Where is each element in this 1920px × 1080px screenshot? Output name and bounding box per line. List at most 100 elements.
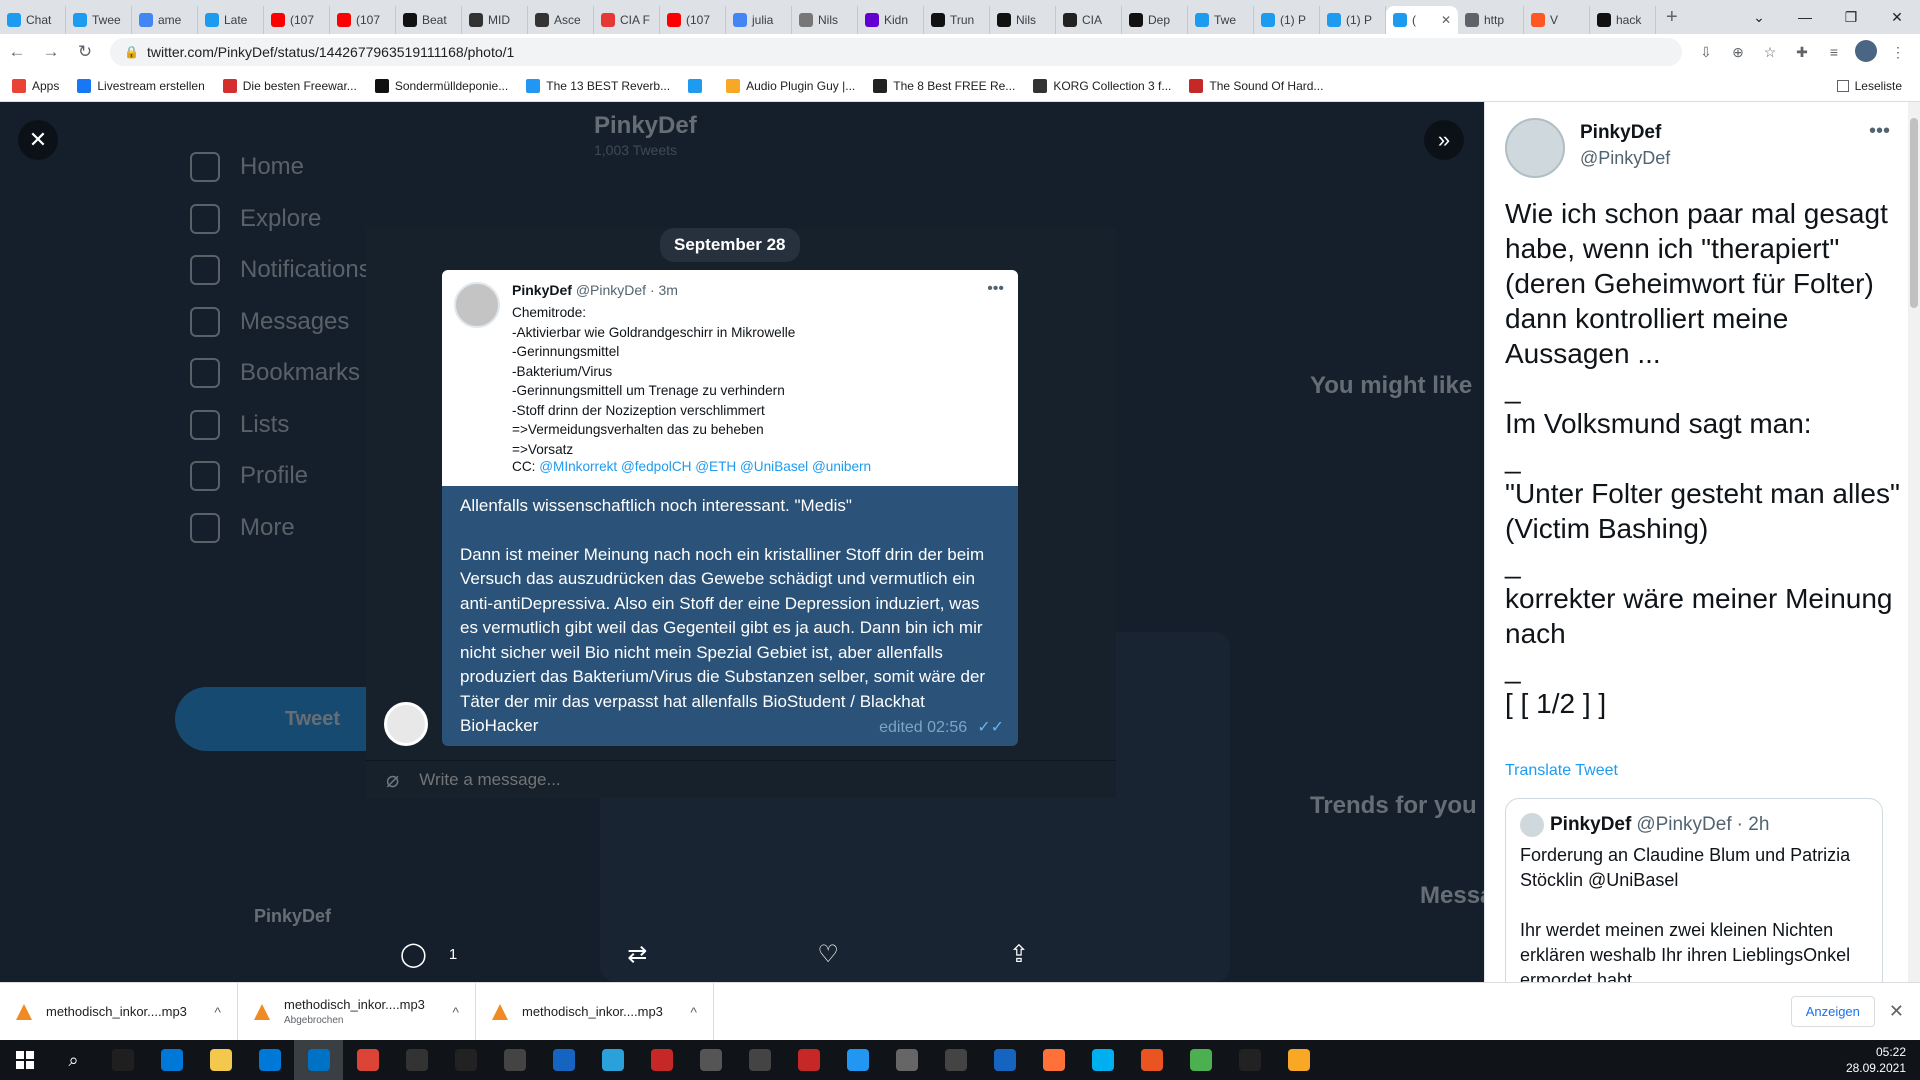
taskbar-app-button[interactable] (931, 1040, 980, 1080)
download-item[interactable]: methodisch_inkor....mp3 ^ (476, 982, 714, 1041)
browser-tab[interactable]: Dep (1122, 6, 1188, 34)
bookmark-item[interactable]: Die besten Freewar... (222, 78, 357, 93)
bookmark-item[interactable]: The 8 Best FREE Re... (873, 78, 1015, 93)
browser-tab[interactable]: (1) P (1254, 6, 1320, 34)
search-button[interactable]: ⌕ (49, 1040, 98, 1080)
side-panel-scrollbar[interactable] (1908, 102, 1920, 982)
author-handle[interactable]: @PinkyDef (1580, 148, 1670, 169)
browser-tab[interactable]: (107 (330, 6, 396, 34)
author-name[interactable]: PinkyDef (1580, 122, 1661, 144)
translate-tweet-link[interactable]: Translate Tweet (1505, 762, 1618, 780)
profile-avatar[interactable] (1850, 39, 1882, 65)
browser-tab[interactable]: Late (198, 6, 264, 34)
taskbar-app-button[interactable] (637, 1040, 686, 1080)
bookmark-item[interactable]: Livestream erstellen (77, 78, 205, 93)
browser-tab[interactable]: Twe (1188, 6, 1254, 34)
tab-close-icon[interactable]: ✕ (1441, 13, 1451, 27)
close-downloads-icon[interactable]: ✕ (1889, 1001, 1904, 1022)
taskbar-app-button[interactable] (686, 1040, 735, 1080)
bookmark-item[interactable]: Audio Plugin Guy |... (726, 78, 855, 93)
taskbar-app-button[interactable] (343, 1040, 392, 1080)
taskbar-app-button[interactable] (735, 1040, 784, 1080)
install-icon[interactable]: ⇩ (1690, 44, 1722, 61)
browser-tab[interactable]: (107 (264, 6, 330, 34)
more-options-icon[interactable]: ••• (1869, 120, 1890, 143)
reply-button[interactable]: ◯ 1 (400, 940, 457, 969)
browser-tab[interactable]: Trun (924, 6, 990, 34)
taskbar-app-button[interactable] (245, 1040, 294, 1080)
download-item[interactable]: methodisch_inkor....mp3 Abgebrochen ^ (238, 982, 476, 1041)
taskbar-app-button[interactable] (1078, 1040, 1127, 1080)
taskbar-app-button[interactable] (98, 1040, 147, 1080)
taskbar-app-button[interactable] (882, 1040, 931, 1080)
browser-tab[interactable]: CIA F (594, 6, 660, 34)
start-button[interactable] (0, 1040, 49, 1080)
taskbar-app-button[interactable] (441, 1040, 490, 1080)
maximize-button[interactable]: ❐ (1828, 9, 1874, 26)
browser-tab[interactable]: Nils (792, 6, 858, 34)
download-item[interactable]: methodisch_inkor....mp3 ^ (0, 982, 238, 1041)
taskbar-app-button[interactable] (539, 1040, 588, 1080)
show-all-downloads-button[interactable]: Anzeigen (1790, 996, 1875, 1027)
taskbar-app-button[interactable] (1176, 1040, 1225, 1080)
retweet-button[interactable]: ⇄ (627, 940, 647, 969)
forward-icon[interactable]: → (34, 42, 68, 62)
browser-tab[interactable]: http (1458, 6, 1524, 34)
quoted-tweet[interactable]: PinkyDef @PinkyDef · 2h Forderung an Cla… (1505, 798, 1883, 982)
close-window-button[interactable]: ✕ (1874, 9, 1920, 26)
chevron-up-icon[interactable]: ^ (452, 1004, 459, 1020)
tweet-photo[interactable]: September 28 PinkyDef @PinkyDef · 3m •••… (366, 228, 1116, 798)
scrollbar-thumb[interactable] (1910, 118, 1918, 308)
bookmark-item[interactable]: Sondermülldeponie... (374, 78, 508, 93)
browser-tab[interactable]: V (1524, 6, 1590, 34)
taskbar-app-button[interactable] (1225, 1040, 1274, 1080)
bookmark-item[interactable] (688, 78, 708, 93)
bookmark-item[interactable]: The Sound Of Hard... (1189, 78, 1323, 93)
taskbar-app-button[interactable] (1127, 1040, 1176, 1080)
taskbar-app-button[interactable] (392, 1040, 441, 1080)
tab-search-icon[interactable]: ⌄ (1736, 9, 1782, 26)
browser-tab[interactable]: Beat (396, 6, 462, 34)
url-bar[interactable]: 🔒 twitter.com/PinkyDef/status/1442677963… (110, 38, 1682, 66)
like-button[interactable]: ♡ (817, 940, 839, 969)
reading-list-button[interactable]: Leseliste (1836, 79, 1902, 93)
chevron-up-icon[interactable]: ^ (214, 1004, 221, 1020)
bookmark-item[interactable]: KORG Collection 3 f... (1033, 78, 1171, 93)
taskbar-app-button[interactable] (784, 1040, 833, 1080)
browser-tab[interactable]: Asce (528, 6, 594, 34)
browser-tab[interactable]: hack (1590, 6, 1656, 34)
close-photo-button[interactable]: ✕ (18, 120, 58, 160)
extensions-icon[interactable]: ✚ (1786, 44, 1818, 61)
author-avatar[interactable] (1505, 118, 1565, 178)
taskbar-app-button[interactable] (833, 1040, 882, 1080)
minimize-button[interactable]: — (1782, 9, 1828, 25)
browser-tab[interactable]: CIA (1056, 6, 1122, 34)
toggle-side-panel-button[interactable]: » (1424, 120, 1464, 160)
taskbar-app-button[interactable] (588, 1040, 637, 1080)
system-clock[interactable]: 05:22 28.09.2021 (1846, 1044, 1906, 1076)
taskbar-app-button[interactable] (196, 1040, 245, 1080)
bookmark-item[interactable]: Apps (12, 78, 59, 93)
media-icon[interactable]: ≡ (1818, 44, 1850, 60)
browser-tab[interactable]: Kidn (858, 6, 924, 34)
browser-tab[interactable]: julia (726, 6, 792, 34)
taskbar-app-button[interactable] (490, 1040, 539, 1080)
browser-tab[interactable]: Chat (0, 6, 66, 34)
taskbar-app-button[interactable] (147, 1040, 196, 1080)
taskbar-app-button[interactable] (980, 1040, 1029, 1080)
star-icon[interactable]: ☆ (1754, 44, 1786, 61)
new-tab-button[interactable]: + (1656, 6, 1688, 29)
taskbar-app-button[interactable] (1029, 1040, 1078, 1080)
share-button[interactable]: ⇪ (1009, 940, 1029, 969)
back-icon[interactable]: ← (0, 42, 34, 62)
bookmark-item[interactable]: The 13 BEST Reverb... (526, 78, 670, 93)
browser-tab[interactable]: (1) P (1320, 6, 1386, 34)
browser-tab[interactable]: MID (462, 6, 528, 34)
browser-tab[interactable]: (107 (660, 6, 726, 34)
taskbar-app-button[interactable] (1274, 1040, 1323, 1080)
chevron-up-icon[interactable]: ^ (690, 1004, 697, 1020)
browser-tab[interactable]: ame (132, 6, 198, 34)
browser-tab[interactable]: (✕ (1386, 6, 1458, 34)
menu-icon[interactable]: ⋮ (1882, 44, 1914, 61)
reload-icon[interactable]: ↻ (68, 42, 102, 62)
